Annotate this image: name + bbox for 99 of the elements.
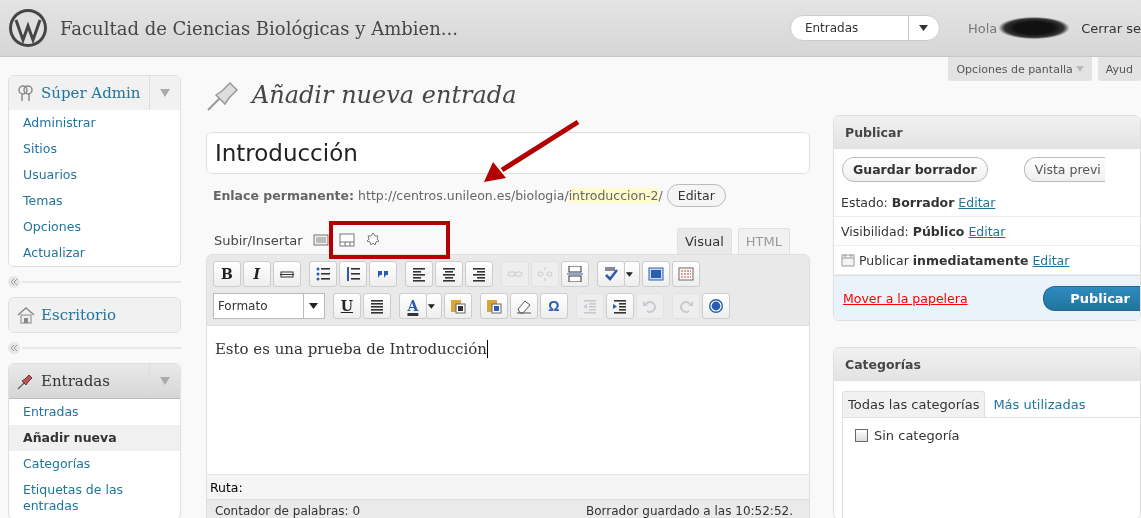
category-tab[interactable]: Todas las categorías: [842, 391, 986, 417]
favorite-actions-dropdown[interactable]: Entradas: [789, 15, 940, 41]
unlink-icon: [536, 266, 553, 282]
fullscreen-icon: [647, 266, 664, 282]
menu-item[interactable]: Administrar: [9, 110, 180, 136]
category-tab[interactable]: Más utilizadas: [987, 391, 1092, 417]
format-select[interactable]: Formato: [212, 293, 325, 319]
bold-button[interactable]: B: [212, 261, 241, 287]
paste-word-icon: [485, 298, 502, 314]
page-break-button[interactable]: [560, 261, 589, 287]
checkbox[interactable]: [855, 429, 868, 442]
menu-item[interactable]: Opciones: [9, 214, 180, 240]
toolbar-toggle-button[interactable]: [671, 261, 700, 287]
page-break-icon: [566, 266, 583, 282]
box-title: Publicar: [845, 124, 903, 140]
box-title: Categorías: [845, 356, 921, 372]
wordpress-logo[interactable]: [8, 8, 48, 48]
quote-button[interactable]: [368, 261, 397, 287]
justify-icon: [368, 298, 385, 314]
help-icon: [707, 298, 724, 314]
paste-text-icon: [449, 298, 466, 314]
save-draft-button[interactable]: Guardar borrador: [842, 157, 988, 182]
indent-icon: [611, 298, 628, 314]
menu-item[interactable]: Entradas: [9, 399, 180, 425]
pushpin-icon: [17, 372, 35, 390]
category-label: Sin categoría: [874, 428, 960, 443]
word-count: Contador de palabras: 0: [214, 504, 361, 518]
upload-insert-label: Subir/Insertar: [213, 232, 303, 248]
toolbar-toggle-icon: [677, 266, 694, 282]
edit-link[interactable]: Editar: [968, 223, 1006, 239]
help-button[interactable]: [701, 293, 730, 319]
trash-link[interactable]: Mover a la papelera: [843, 290, 968, 306]
permalink-text: Enlace permanente: http://centros.unileon.es/biologia/introduccion-2/: [212, 187, 663, 203]
gear-icon[interactable]: [364, 232, 381, 248]
collapse-icon[interactable]: [8, 276, 20, 288]
menu-item[interactable]: Actualizar: [9, 240, 180, 266]
fullscreen-button[interactable]: [641, 261, 670, 287]
caret-icon: [919, 25, 929, 31]
underline-button[interactable]: U: [332, 293, 361, 319]
numbered-list-icon: [344, 266, 361, 282]
caret-icon: [1075, 66, 1084, 72]
keys-icon: [17, 84, 35, 102]
justify-button[interactable]: [362, 293, 391, 319]
menu-item[interactable]: Temas: [9, 188, 180, 214]
menu-item[interactable]: Usuarios: [9, 162, 180, 188]
menu-header[interactable]: Entradas: [9, 364, 180, 399]
special-character-button[interactable]: Ω: [539, 293, 568, 319]
post-info-text: Estado: Borrador: [841, 194, 955, 210]
greeting-text: Hola: [967, 20, 998, 36]
caret-icon: [309, 303, 319, 309]
menu-item[interactable]: Etiquetas de las entradas: [9, 477, 180, 518]
bullet-list-icon: [314, 266, 331, 282]
preview-button[interactable]: Vista previ: [1023, 157, 1105, 182]
paste-word-button[interactable]: [479, 293, 508, 319]
align-center-button[interactable]: [434, 261, 463, 287]
menu-item[interactable]: Categorías: [9, 451, 180, 477]
redo-icon: [677, 298, 694, 314]
screen-tab[interactable]: Opciones de pantalla: [948, 57, 1092, 81]
strikethrough-button[interactable]: [272, 261, 301, 287]
page-title: Añadir nueva entrada: [251, 81, 517, 109]
align-right-button[interactable]: [464, 261, 493, 287]
house-icon: [17, 306, 35, 324]
menu-header[interactable]: Súper Admin: [9, 76, 180, 110]
post-title-field[interactable]: Introducción: [205, 132, 810, 174]
autosave-status: Borrador guardado a las 10:52:52.: [586, 504, 793, 518]
edit-link[interactable]: Editar: [958, 194, 996, 210]
editor-tab[interactable]: Visual: [677, 228, 732, 254]
align-center-icon: [440, 266, 457, 282]
paste-text-button[interactable]: [443, 293, 472, 319]
eraser-icon: [515, 298, 532, 314]
outdent-icon: [581, 298, 598, 314]
path-label: Ruta:: [209, 479, 243, 495]
eraser-button[interactable]: [509, 293, 538, 319]
menu-item[interactable]: Sitios: [9, 136, 180, 162]
post-info-text: Publicar inmediatamente: [859, 252, 1029, 268]
align-right-icon: [470, 266, 487, 282]
site-title[interactable]: Facultad de Ciencias Biológicas y Ambien...: [60, 17, 778, 39]
edit-button[interactable]: Editar: [666, 183, 726, 207]
numbered-list-button[interactable]: [338, 261, 367, 287]
text-color-button[interactable]: A: [398, 293, 427, 319]
editor-content[interactable]: Esto es una prueba de Introducción: [206, 325, 809, 474]
video-icon[interactable]: [338, 233, 355, 247]
menu-item[interactable]: Añadir nueva: [9, 425, 180, 451]
collapse-icon[interactable]: [8, 342, 20, 354]
menu-header[interactable]: Escritorio: [9, 298, 180, 332]
edit-link[interactable]: Editar: [1032, 252, 1070, 268]
calendar-icon: [841, 253, 855, 267]
indent-button[interactable]: [605, 293, 634, 319]
spellcheck-icon: [602, 266, 619, 282]
bullet-list-button[interactable]: [308, 261, 337, 287]
publish-button[interactable]: Publicar: [1043, 285, 1140, 311]
align-left-button[interactable]: [404, 261, 433, 287]
undo-icon: [641, 298, 658, 314]
align-left-icon: [410, 266, 427, 282]
logout-link[interactable]: Cerrar se: [1081, 20, 1141, 36]
spellcheck-button[interactable]: [596, 261, 625, 287]
italic-button[interactable]: I: [242, 261, 271, 287]
screen-tab[interactable]: Ayud: [1097, 57, 1141, 81]
post-info-text: Visibilidad: Público: [841, 223, 965, 239]
